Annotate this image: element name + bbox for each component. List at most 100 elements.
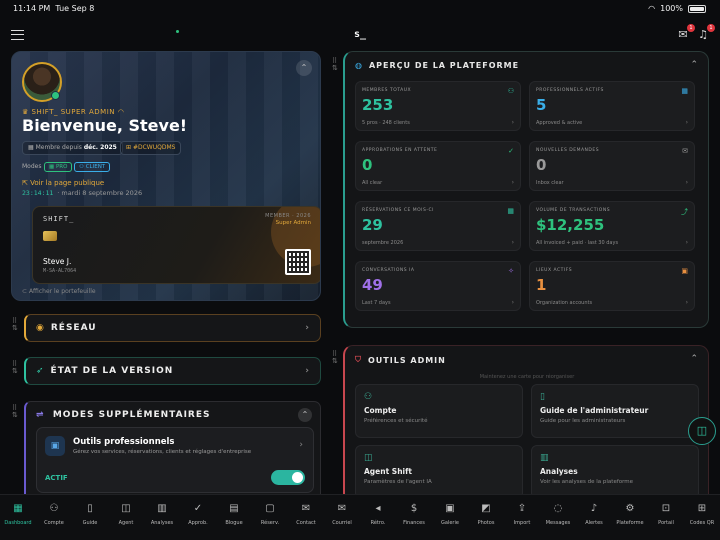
stat-subtitle: septembre 2026: [362, 240, 404, 246]
chevron-right-icon: ›: [511, 239, 514, 246]
nav-item-portail[interactable]: ⊡ Portail: [648, 495, 684, 540]
tile-title: Compte: [364, 406, 397, 415]
nav-icon: ▥: [157, 503, 167, 514]
collapse-profile-button[interactable]: ⌃: [296, 60, 312, 76]
shield-icon: ⛉: [355, 355, 362, 364]
nav-item-contact[interactable]: ✉ Contact: [288, 495, 324, 540]
bell-icon[interactable]: ♫ 1: [696, 24, 715, 41]
stat-card-active-locations[interactable]: LIEUX ACTIFS 1 Organization accounts ▣ ›: [529, 261, 695, 311]
stat-icon: ✧: [508, 267, 514, 275]
member-code-chip[interactable]: ⊞ #DCWUQDMS: [120, 141, 182, 155]
tile-title: Agent Shift: [364, 467, 412, 476]
nav-item-galerie[interactable]: ▣ Galerie: [432, 495, 468, 540]
nav-icon: ◌: [553, 503, 563, 514]
accordion-network[interactable]: ◉ RÉSEAU ›: [24, 314, 321, 342]
stat-icon: ⚇: [507, 87, 514, 95]
stat-subtitle: 5 pros · 248 clients: [362, 120, 410, 126]
tile-subtitle: Paramètres de l'agent IA: [364, 479, 432, 485]
nav-item-courriel[interactable]: ✉ Courriel: [324, 495, 360, 540]
nav-item-messages[interactable]: ◌ Messages: [540, 495, 576, 540]
stat-value: 5: [536, 96, 547, 114]
briefcase-icon: ▣: [45, 436, 65, 456]
nav-item-import[interactable]: ⇪ Import: [504, 495, 540, 540]
nav-item-dashboard[interactable]: ▦ Dashboard: [0, 495, 36, 540]
wallet-link[interactable]: ⊂ Afficher le portefeuille: [22, 288, 96, 295]
nav-item-approb[interactable]: ✓ Approb.: [180, 495, 216, 540]
reorder-hint: Maintenez une carte pour réorganiser: [479, 374, 575, 380]
nav-item-codes-qr[interactable]: ⊞ Codes QR: [684, 495, 720, 540]
drag-handle-icon[interactable]: ⠿ ⇅: [12, 405, 18, 419]
tile-account[interactable]: ⚇ Compte Préférences et sécurité: [355, 384, 523, 438]
chevron-right-icon: ›: [685, 239, 688, 246]
nav-item-analyses[interactable]: ▥ Analyses: [144, 495, 180, 540]
stat-card-members[interactable]: MEMBRES TOTAUX 253 5 pros · 248 clients ⚇ ›: [355, 81, 521, 131]
qr-code-icon[interactable]: [285, 249, 311, 275]
stat-card-new-requests[interactable]: NOUVELLES DEMANDES 0 Inbox clear ✉ ›: [529, 141, 695, 191]
card-holder: Steve J.: [43, 257, 72, 266]
menu-icon[interactable]: [11, 30, 24, 40]
clock: 23:14:11 · mardi 8 septembre 2026: [22, 189, 143, 197]
nav-icon: ⇪: [517, 503, 527, 514]
mail-badge: 1: [687, 24, 695, 32]
nav-item-agent[interactable]: ◫ Agent: [108, 495, 144, 540]
public-page-link[interactable]: ⇱ Voir la page publique: [22, 179, 104, 187]
collapse-modes-button[interactable]: ⌃: [298, 408, 312, 422]
nav-label: Rétro.: [370, 520, 386, 526]
tile-agent-shift[interactable]: ◫ Agent Shift Paramètres de l'agent IA: [355, 445, 523, 499]
pro-tools-title: Outils professionnels: [73, 437, 175, 447]
drag-handle-icon[interactable]: ⠿ ⇅: [12, 361, 18, 375]
app-logo[interactable]: s_: [354, 29, 366, 40]
membership-card[interactable]: SHIFT_ MEMBER · 2026 Super Admin Steve J…: [32, 206, 320, 284]
nav-icon: ⊡: [661, 503, 671, 514]
pro-tools-toggle[interactable]: [271, 470, 305, 485]
card-chip-icon: [43, 231, 57, 241]
chevron-right-icon: ›: [685, 179, 688, 186]
tile-analytics[interactable]: ▥ Analyses Voir les analyses de la plate…: [531, 445, 699, 499]
nav-item-plateforme[interactable]: ⚙ Plateforme: [612, 495, 648, 540]
chevron-right-icon: ›: [299, 440, 303, 450]
status-right: ◠ 100%: [648, 4, 706, 13]
nav-item-guide[interactable]: ▯ Guide: [72, 495, 108, 540]
stat-card-ai-conversations[interactable]: CONVERSATIONS IA 49 Last 7 days ✧ ›: [355, 261, 521, 311]
admin-tools-title[interactable]: ⛉ OUTILS ADMIN: [355, 355, 446, 365]
drag-handle-icon[interactable]: ⠿ ⇅: [332, 351, 338, 365]
nav-item-blogue[interactable]: ▤ Blogue: [216, 495, 252, 540]
accordion-version[interactable]: ➶ ÉTAT DE LA VERSION ›: [24, 357, 321, 385]
stat-card-monthly-bookings[interactable]: RÉSERVATIONS CE MOIS-CI 29 septembre 2026 ▦…: [355, 201, 521, 251]
card-level: Super Admin: [275, 220, 311, 226]
drag-handle-icon[interactable]: ⠿ ⇅: [332, 58, 338, 72]
mode-chip-pro[interactable]: ▦ PRO: [44, 162, 73, 172]
ai-assistant-button[interactable]: ◫: [688, 417, 716, 445]
stat-label: VOLUME DE TRANSACTIONS: [536, 208, 611, 213]
nav-item-photos[interactable]: ◩ Photos: [468, 495, 504, 540]
pro-tools-card[interactable]: ▣ Outils professionnels Gérez vos servic…: [36, 427, 314, 493]
mail-icon[interactable]: ✉ 1: [676, 24, 695, 41]
stat-card-pending-approvals[interactable]: APPROBATIONS EN ATTENTE 0 All clear ✓ ›: [355, 141, 521, 191]
stat-card-transaction-volume[interactable]: VOLUME DE TRANSACTIONS $12,255 All invoice…: [529, 201, 695, 251]
chevron-right-icon: ›: [511, 299, 514, 306]
stat-card-active-pros[interactable]: PROFESSIONNELS ACTIFS 5 Approved & active ▦…: [529, 81, 695, 131]
chevron-up-icon[interactable]: ⌃: [690, 60, 698, 70]
chevron-right-icon: ›: [305, 366, 310, 376]
chevron-up-icon[interactable]: ⌃: [690, 354, 698, 364]
mode-chip-client[interactable]: ⚇ CLIENT: [74, 162, 111, 172]
nav-item-r-serv[interactable]: ▢ Réserv.: [252, 495, 288, 540]
nav-label: Plateforme: [616, 520, 644, 526]
overview-title[interactable]: ◍ APERÇU DE LA PLATEFORME: [355, 61, 519, 70]
chevron-right-icon: ›: [511, 179, 514, 186]
extra-modes-title[interactable]: ⇌ MODES SUPPLÉMENTAIRES: [36, 410, 211, 420]
status-time: 11:14 PM Tue Sep 8: [13, 4, 95, 13]
tile-admin-guide[interactable]: ▯ Guide de l'administrateur Guide pour l…: [531, 384, 699, 438]
avatar[interactable]: [22, 62, 62, 102]
nav-item-r-tro[interactable]: ◂ Rétro.: [360, 495, 396, 540]
nav-item-alertes[interactable]: ♪ Alertes: [576, 495, 612, 540]
drag-handle-icon[interactable]: ⠿ ⇅: [12, 318, 18, 332]
accordion-network-label: RÉSEAU: [50, 323, 97, 333]
bottom-nav: ▦ Dashboard ⚇ Compte ▯ Guide ◫ Agent ▥ Analyses ✓ A…: [0, 494, 720, 540]
nav-item-compte[interactable]: ⚇ Compte: [36, 495, 72, 540]
platform-overview: ◍ APERÇU DE LA PLATEFORME ⌃ MEMBRES TOTA…: [343, 51, 709, 328]
stat-label: APPROBATIONS EN ATTENTE: [362, 148, 438, 153]
battery-icon: [688, 4, 706, 13]
nav-item-finances[interactable]: $ Finances: [396, 495, 432, 540]
nav-icon: ✓: [193, 503, 203, 514]
